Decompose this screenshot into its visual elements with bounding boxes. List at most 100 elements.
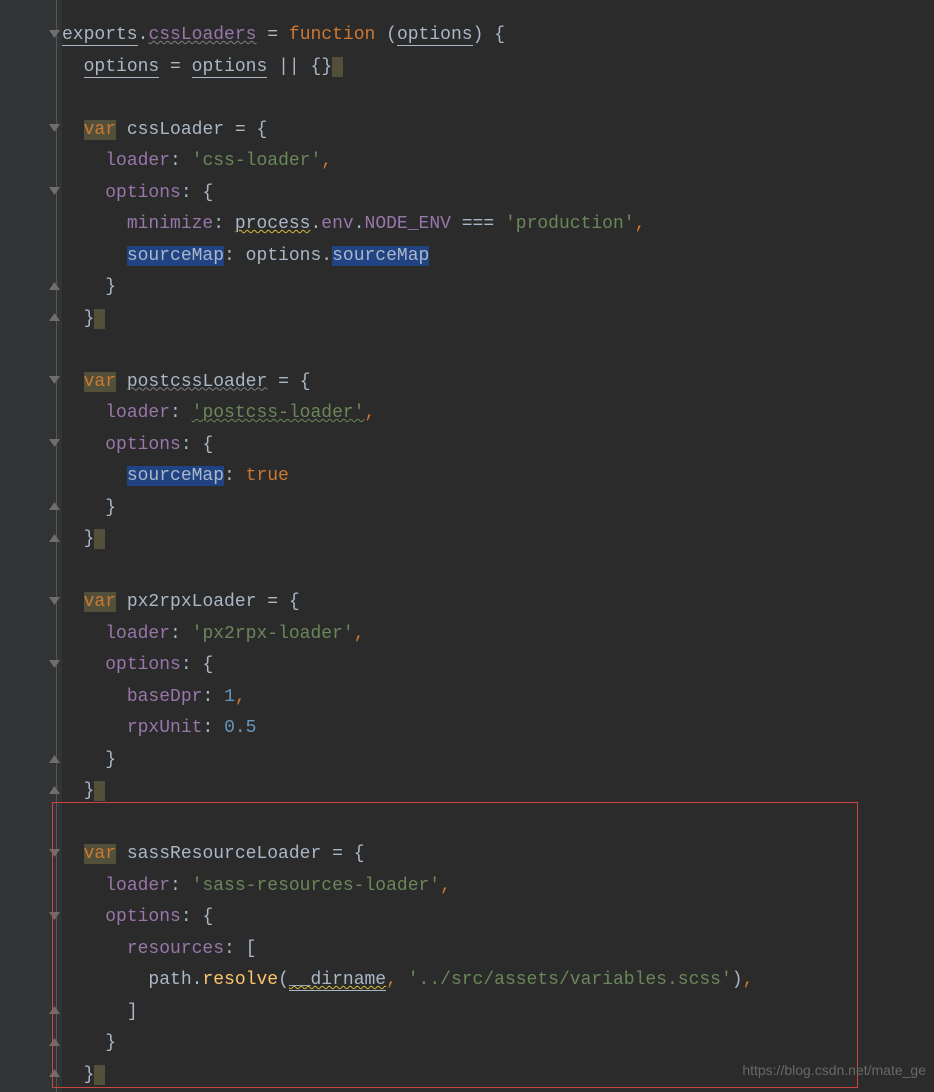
- token-brace: {}: [311, 57, 333, 77]
- token-paren: (: [386, 25, 397, 45]
- token-var: var: [84, 592, 116, 612]
- fold-icon[interactable]: [48, 27, 61, 40]
- token-dot: .: [192, 970, 203, 990]
- gutter: [0, 0, 62, 1092]
- token-colon: :: [181, 435, 192, 455]
- token-colon: :: [170, 151, 181, 171]
- fold-icon[interactable]: [48, 373, 61, 386]
- token-brace: {: [289, 592, 300, 612]
- token-brace: }: [84, 781, 95, 801]
- token-cssLoaders: cssLoaders: [148, 25, 256, 45]
- fold-close-icon[interactable]: [48, 1035, 61, 1048]
- fold-close-icon[interactable]: [48, 783, 61, 796]
- token-brace: {: [300, 372, 311, 392]
- token-var: var: [84, 844, 116, 864]
- token-function: function: [289, 25, 375, 45]
- token-env: env: [321, 214, 353, 234]
- fold-icon[interactable]: [48, 909, 61, 922]
- token-sassResourceLoader: sassResourceLoader: [127, 844, 321, 864]
- token-brace: }: [84, 529, 95, 549]
- fold-icon[interactable]: [48, 121, 61, 134]
- fold-close-icon[interactable]: [48, 752, 61, 765]
- token-rpxUnit: rpxUnit: [127, 718, 203, 738]
- token-var: var: [84, 372, 116, 392]
- fold-close-icon[interactable]: [48, 310, 61, 323]
- caret-block: [94, 529, 105, 549]
- token-exports: exports: [62, 25, 138, 46]
- token-colon: :: [213, 214, 224, 234]
- fold-icon[interactable]: [48, 184, 61, 197]
- token-brace: {: [354, 844, 365, 864]
- token-number: 0.5: [224, 718, 256, 738]
- token-brace: }: [105, 498, 116, 518]
- token-comma: ,: [386, 970, 397, 990]
- token-brace: }: [84, 309, 95, 329]
- token-comma: ,: [235, 687, 246, 707]
- fold-close-icon[interactable]: [48, 531, 61, 544]
- fold-icon[interactable]: [48, 657, 61, 670]
- fold-icon[interactable]: [48, 436, 61, 449]
- token-options: options: [105, 907, 181, 927]
- token-comma: ,: [440, 876, 451, 896]
- token-colon: :: [181, 907, 192, 927]
- token-colon: :: [170, 624, 181, 644]
- fold-icon[interactable]: [48, 846, 61, 859]
- token-dirname: __dirname: [289, 970, 386, 991]
- fold-icon[interactable]: [48, 594, 61, 607]
- token-sourceMap-highlighted: sourceMap: [332, 246, 429, 266]
- caret-block: [332, 57, 343, 77]
- token-colon: :: [224, 939, 235, 959]
- token-brace: {: [494, 25, 505, 45]
- token-nodeenv: NODE_ENV: [365, 214, 451, 234]
- token-string: 'css-loader': [192, 151, 322, 171]
- token-brace: }: [105, 1033, 116, 1053]
- fold-close-icon[interactable]: [48, 279, 61, 292]
- token-true: true: [246, 466, 289, 486]
- fold-close-icon[interactable]: [48, 1003, 61, 1016]
- token-string: '../src/assets/variables.scss': [408, 970, 732, 990]
- token-brace: }: [105, 277, 116, 297]
- token-colon: :: [181, 655, 192, 675]
- token-comma: ,: [354, 624, 365, 644]
- token-brace: {: [256, 120, 267, 140]
- token-dot: .: [354, 214, 365, 234]
- fold-close-icon[interactable]: [48, 499, 61, 512]
- token-resolve: resolve: [202, 970, 278, 990]
- token-bracket: [: [246, 939, 257, 959]
- token-brace: {: [202, 907, 213, 927]
- token-assign: =: [267, 592, 278, 612]
- token-sourceMap-highlighted: sourceMap: [127, 246, 224, 266]
- token-string: 'px2rpx-loader': [192, 624, 354, 644]
- token-options: options: [397, 25, 473, 46]
- token-assign: =: [332, 844, 343, 864]
- token-options: options: [192, 57, 268, 78]
- token-brace: {: [202, 183, 213, 203]
- caret-block: [94, 1065, 105, 1085]
- caret-block: [94, 309, 105, 329]
- token-bracket: ]: [127, 1002, 138, 1022]
- token-var: var: [84, 120, 116, 140]
- token-minimize: minimize: [127, 214, 213, 234]
- token-colon: :: [224, 466, 235, 486]
- token-paren: (: [278, 970, 289, 990]
- token-brace: }: [105, 750, 116, 770]
- token-loader: loader: [105, 876, 170, 896]
- token-colon: :: [224, 246, 235, 266]
- token-colon: :: [170, 876, 181, 896]
- token-comma: ,: [743, 970, 754, 990]
- code-editor[interactable]: exports.cssLoaders = function (options) …: [62, 20, 753, 1091]
- fold-close-icon[interactable]: [48, 1066, 61, 1079]
- token-cssLoader: cssLoader: [127, 120, 224, 140]
- token-options: options: [105, 435, 181, 455]
- token-comma: ,: [364, 403, 375, 423]
- token-or: ||: [278, 57, 300, 77]
- token-dot: .: [138, 25, 149, 45]
- token-loader: loader: [105, 403, 170, 423]
- token-brace: {: [202, 435, 213, 455]
- token-string: 'production': [505, 214, 635, 234]
- watermark: https://blog.csdn.net/mate_ge: [742, 1055, 926, 1087]
- token-brace: {: [202, 655, 213, 675]
- token-options: options: [105, 183, 181, 203]
- token-colon: :: [202, 687, 213, 707]
- token-px2rpxLoader: px2rpxLoader: [127, 592, 257, 612]
